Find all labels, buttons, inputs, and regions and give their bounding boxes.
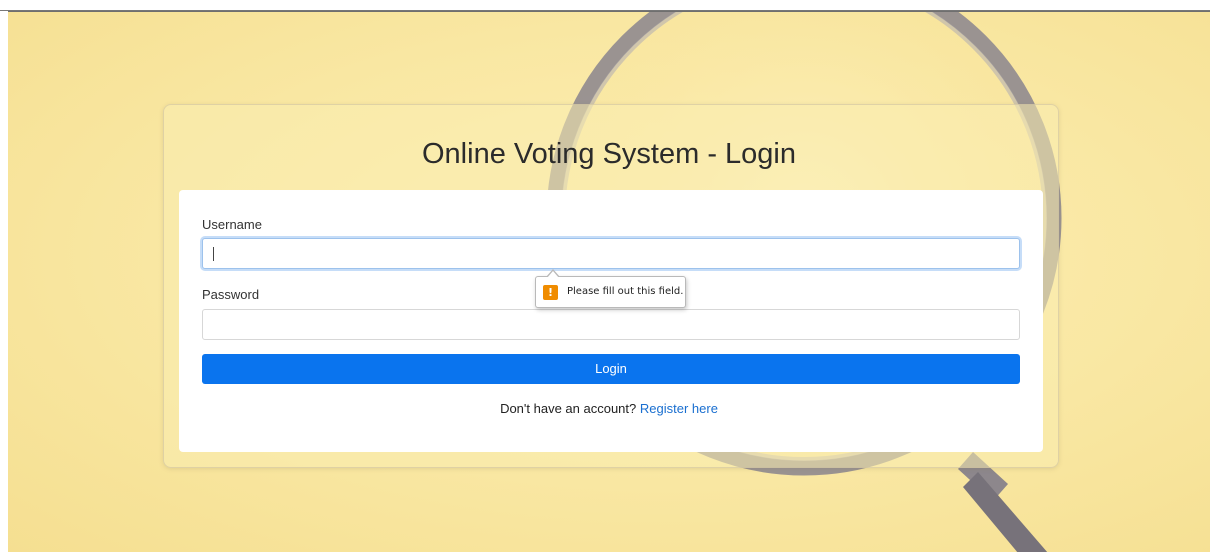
validation-tooltip: ! Please fill out this field.: [535, 269, 686, 308]
text-caret: [213, 247, 214, 261]
warning-icon: !: [543, 285, 558, 300]
register-prompt-text: Don't have an account?: [500, 401, 637, 416]
login-button[interactable]: Login: [202, 354, 1020, 384]
register-prompt: Don't have an account? Register here: [8, 401, 1210, 416]
username-input[interactable]: [202, 238, 1020, 269]
password-label: Password: [202, 287, 260, 302]
password-input[interactable]: [202, 309, 1020, 340]
page-title: Online Voting System - Login: [422, 138, 796, 170]
validation-message: Please fill out this field.: [567, 286, 684, 297]
page-viewport: Online Voting System - Login Username Pa…: [8, 11, 1210, 552]
username-label: Username: [202, 217, 262, 232]
register-link[interactable]: Register here: [640, 401, 718, 416]
